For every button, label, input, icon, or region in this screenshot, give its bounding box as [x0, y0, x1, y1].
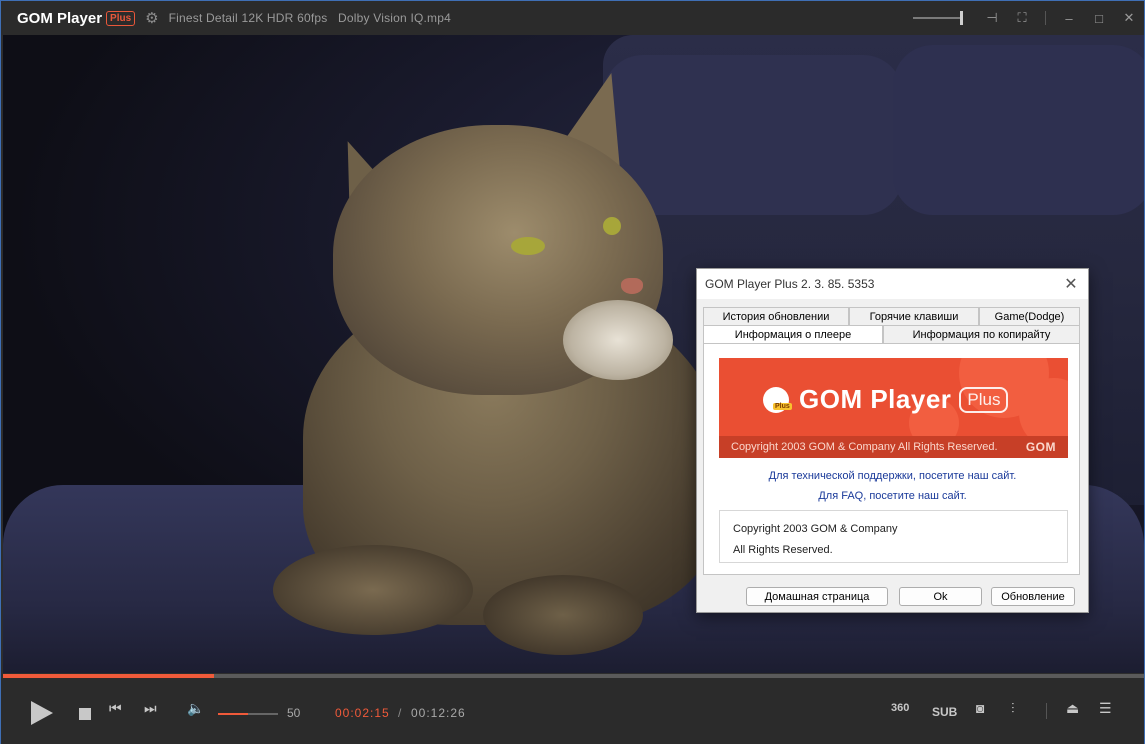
stop-icon[interactable] [79, 708, 91, 720]
banner-strip: Copyright 2003 GOM & Company All Rights … [719, 436, 1068, 458]
homepage-button[interactable]: Домашная страница [746, 587, 888, 606]
copyright-line: Copyright 2003 GOM & Company [733, 523, 898, 535]
volume-value: 50 [287, 706, 301, 720]
update-button[interactable]: Обновление [991, 587, 1075, 606]
gom-logo-icon: Plus [763, 386, 792, 413]
title-separator [1045, 11, 1046, 25]
camera-icon[interactable]: ◙ [976, 700, 984, 716]
support-link[interactable]: Для технической поддержки, посетите наш … [704, 470, 1081, 482]
speaker-icon[interactable]: 🔈 [187, 700, 204, 717]
next-icon[interactable]: ⏭ [144, 700, 157, 717]
file-title: Finest Detail 12K HDR 60fps Dolby Vision… [168, 11, 451, 25]
tab-player-info[interactable]: Информация о плеере [703, 325, 883, 343]
controls-separator [1046, 703, 1047, 719]
app-logo[interactable]: GOM Player Plus [17, 9, 136, 27]
dialog-title-bar: GOM Player Plus 2. 3. 85. 5353 ✕ [697, 269, 1088, 299]
play-icon[interactable] [31, 701, 53, 725]
tab-panel: Plus GOM Player Plus Copyright 2003 GOM … [703, 343, 1080, 575]
tab-copyright-info[interactable]: Информация по копирайту [883, 325, 1080, 343]
eject-icon[interactable]: ⏏ [1066, 700, 1079, 717]
dialog-tabs: История обновлении Горячие клавиши Game(… [703, 307, 1080, 343]
window-opacity-slider[interactable] [913, 11, 963, 25]
playlist-icon[interactable]: ☰ [1099, 700, 1112, 717]
faq-link[interactable]: Для FAQ, посетите наш сайт. [704, 490, 1081, 502]
subtitles-icon[interactable]: SUB [932, 705, 957, 719]
video-cat-eye [511, 237, 545, 255]
video-cushion [893, 45, 1144, 215]
title-bar: GOM Player Plus ⚙ Finest Detail 12K HDR … [1, 1, 1144, 35]
video-cushion [603, 55, 903, 215]
copyright-box: Copyright 2003 GOM & Company All Rights … [719, 510, 1068, 563]
volume-fill [218, 713, 248, 715]
banner-logo-text: GOM Player [799, 384, 952, 414]
video-cat-muzzle [563, 300, 673, 380]
banner-plus-badge: Plus [959, 386, 1009, 413]
tab-hotkeys[interactable]: Горячие клавиши [849, 307, 979, 325]
gom-banner: Plus GOM Player Plus Copyright 2003 GOM … [719, 358, 1068, 458]
banner-copyright: Copyright 2003 GOM & Company All Rights … [731, 441, 998, 453]
video-cat-paw [483, 575, 643, 655]
video-cat-paw [273, 545, 473, 635]
total-time: 00:12:26 [411, 706, 466, 720]
video-cat-nose [621, 278, 643, 294]
video-cat-eye [603, 217, 621, 235]
tab-row-top: История обновлении Горячие клавиши Game(… [703, 307, 1080, 325]
about-dialog: GOM Player Plus 2. 3. 85. 5353 ✕ История… [696, 268, 1089, 613]
opacity-slider-knob[interactable] [960, 11, 963, 25]
banner-brand: GOM [1025, 440, 1056, 454]
close-icon[interactable]: ✕ [1122, 10, 1136, 26]
pin-icon[interactable]: ⊣ [985, 10, 999, 26]
banner-logo: Plus GOM Player Plus [763, 384, 1009, 415]
dialog-title: GOM Player Plus 2. 3. 85. 5353 [705, 277, 875, 291]
plus-badge: Plus [106, 10, 136, 26]
fullscreen-icon[interactable]: ⛶ [1015, 10, 1029, 26]
tab-game-dodge[interactable]: Game(Dodge) [979, 307, 1080, 325]
gear-icon[interactable]: ⚙ [145, 9, 158, 27]
dialog-close-icon[interactable]: ✕ [1062, 274, 1080, 294]
tab-update-history[interactable]: История обновлении [703, 307, 849, 325]
player-window: GOM Player Plus ⚙ Finest Detail 12K HDR … [0, 0, 1145, 744]
control-bar: ⏮ ⏭ 🔈 50 00:02:15 / 00:12:26 360 SUB ◙ ⫶… [1, 678, 1144, 744]
volume-slider[interactable] [218, 713, 278, 715]
copyright-line: All Rights Reserved. [733, 544, 833, 556]
time-separator: / [398, 706, 402, 720]
ok-button[interactable]: Ok [899, 587, 982, 606]
vr-360-icon[interactable]: 360 [891, 702, 909, 714]
maximize-icon[interactable]: □ [1092, 11, 1106, 26]
tab-row-bottom: Информация о плеере Информация по копира… [703, 325, 1080, 343]
app-name: GOM Player [17, 9, 103, 27]
current-time: 00:02:15 [335, 706, 390, 720]
previous-icon[interactable]: ⏮ [109, 700, 122, 717]
title-bar-controls: ⊣ ⛶ – □ ✕ [913, 1, 1136, 35]
icon-plus-badge: Plus [773, 402, 792, 410]
equalizer-icon[interactable]: ⫶ [1011, 700, 1015, 717]
minimize-icon[interactable]: – [1062, 11, 1076, 26]
